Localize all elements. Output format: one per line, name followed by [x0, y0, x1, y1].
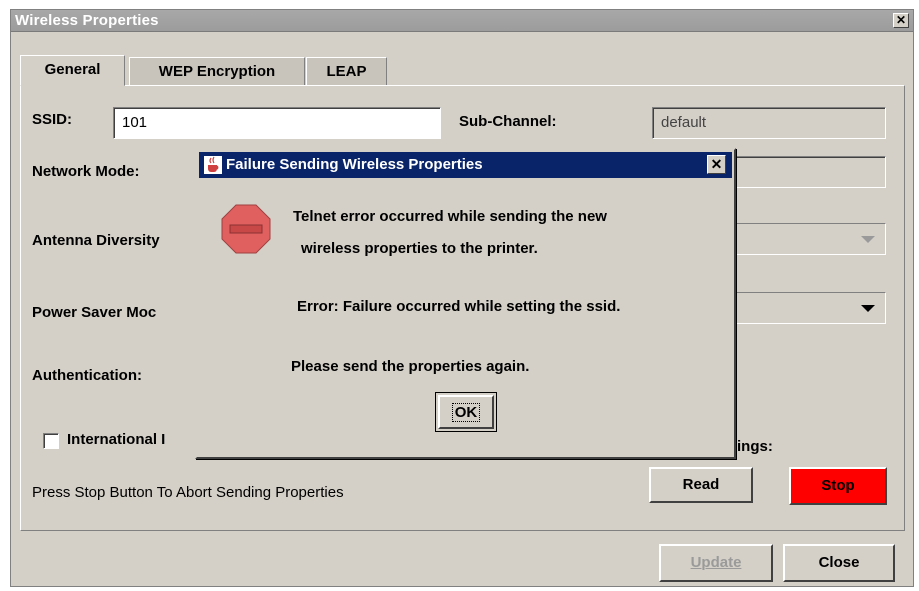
tab-general[interactable]: General [20, 55, 125, 86]
antenna-diversity-label: Antenna Diversity [32, 232, 160, 249]
update-button[interactable]: Update [659, 544, 773, 582]
network-mode-label: Network Mode: [32, 163, 140, 180]
international-checkbox[interactable] [43, 433, 59, 449]
stop-sign-icon [221, 204, 271, 254]
read-button[interactable]: Read [649, 467, 753, 503]
window-close-icon[interactable]: ✕ [893, 13, 909, 28]
power-saver-label: Power Saver Moc [32, 304, 157, 321]
stop-button[interactable]: Stop [789, 467, 887, 505]
dialog-close-icon[interactable]: ✕ [707, 155, 726, 174]
window-title: Wireless Properties [15, 12, 159, 29]
dialog-titlebar[interactable]: Failure Sending Wireless Properties ✕ [199, 152, 732, 178]
ssid-input[interactable]: 101 [113, 107, 441, 139]
close-button[interactable]: Close [783, 544, 895, 582]
ssid-label: SSID: [32, 111, 73, 128]
authentication-label: Authentication: [32, 367, 142, 384]
dialog-retry-line: Please send the properties again. [291, 358, 530, 375]
failure-dialog: Failure Sending Wireless Properties ✕ Te… [195, 148, 736, 459]
dialog-message-line2: wireless properties to the printer. [301, 240, 538, 257]
dialog-error-line: Error: Failure occurred while setting th… [297, 298, 621, 315]
tab-wep-encryption[interactable]: WEP Encryption [129, 57, 305, 86]
ok-button[interactable]: OK [435, 392, 497, 432]
international-label: International I [67, 431, 166, 448]
chevron-down-icon [861, 236, 875, 243]
subchannel-field[interactable]: default [652, 107, 886, 139]
ok-button-face: OK [438, 395, 494, 429]
java-cup-icon [204, 156, 222, 174]
update-button-label: Update [690, 554, 742, 571]
dialog-message-line1: Telnet error occurred while sending the … [293, 208, 607, 225]
subchannel-label: Sub-Channel: [459, 113, 557, 130]
status-text: Press Stop Button To Abort Sending Prope… [32, 484, 344, 501]
tab-leap[interactable]: LEAP [306, 57, 387, 86]
dialog-title: Failure Sending Wireless Properties [226, 156, 483, 173]
window-titlebar[interactable]: Wireless Properties ✕ [11, 10, 913, 32]
chevron-down-icon [861, 305, 875, 312]
ok-button-label: OK [451, 403, 481, 422]
